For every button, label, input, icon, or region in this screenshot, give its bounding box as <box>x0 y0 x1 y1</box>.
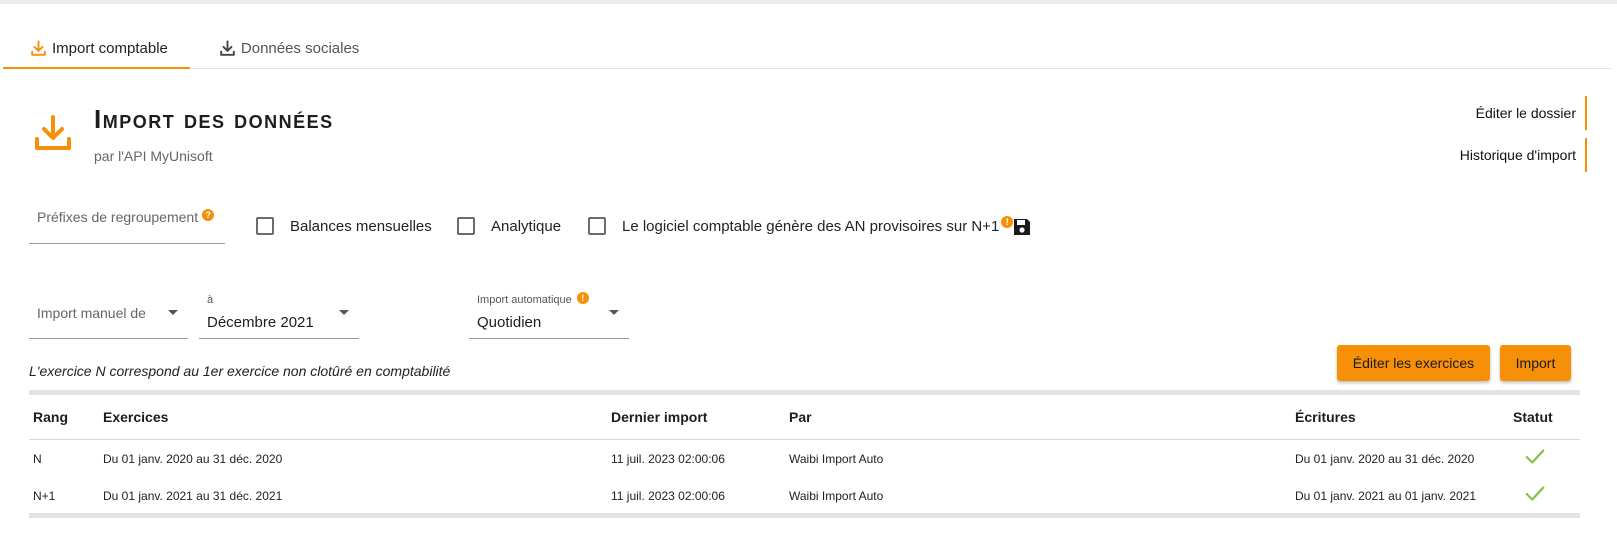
select-value: Quotidien <box>477 314 542 331</box>
checkbox-label: Le logiciel comptable génère des AN prov… <box>622 217 1000 235</box>
checkbox-box[interactable] <box>457 217 475 235</box>
monthly-balances-checkbox[interactable]: Balances mensuelles <box>256 217 432 235</box>
checkbox-label: Balances mensuelles <box>290 217 432 235</box>
page-title: Import des données <box>94 104 334 134</box>
edit-folder-link[interactable]: Éditer le dossier <box>1476 96 1587 130</box>
provisional-an-checkbox[interactable]: Le logiciel comptable génère des AN prov… <box>588 216 1014 235</box>
cell-exercice: Du 01 janv. 2020 au 31 déc. 2020 <box>103 452 283 466</box>
checkmark-icon <box>1525 486 1545 501</box>
cell-par: Waibi Import Auto <box>789 452 884 466</box>
exercise-note: L'exercice N correspond au 1er exercice … <box>29 363 451 379</box>
chevron-down-icon <box>339 310 349 315</box>
cell-ecritures: Du 01 janv. 2021 au 01 janv. 2021 <box>1295 489 1477 503</box>
prefix-label: Préfixes de regroupement? <box>37 209 215 225</box>
cell-dernier-import: 11 juil. 2023 02:00:06 <box>611 489 725 503</box>
analytics-checkbox[interactable]: Analytique <box>457 217 561 235</box>
checkmark-icon <box>1525 449 1545 464</box>
import-history-link[interactable]: Historique d'import <box>1460 138 1587 172</box>
column-header-par[interactable]: Par <box>789 409 812 425</box>
cell-par: Waibi Import Auto <box>789 489 884 503</box>
cell-exercice: Du 01 janv. 2021 au 31 déc. 2021 <box>103 489 283 503</box>
table-row[interactable]: N Du 01 janv. 2020 au 31 déc. 2020 11 ju… <box>29 440 1580 477</box>
save-icon[interactable] <box>1012 217 1032 237</box>
auto-import-select[interactable]: Import automatique! Quotidien <box>469 290 629 339</box>
page-subtitle: par l'API MyUnisoft <box>94 148 213 164</box>
import-button[interactable]: Import <box>1500 345 1571 381</box>
chevron-down-icon <box>609 310 619 315</box>
tab-label: Données sociales <box>240 39 360 57</box>
download-icon <box>220 39 235 56</box>
column-header-dernier-import[interactable]: Dernier import <box>611 409 707 425</box>
help-icon[interactable]: ? <box>202 209 215 221</box>
edit-exercises-button[interactable]: Éditer les exercices <box>1337 345 1490 381</box>
select-value: Décembre 2021 <box>207 314 314 331</box>
info-icon[interactable]: ! <box>576 292 589 304</box>
exercises-table: Rang Exercices Dernier import Par Écritu… <box>29 390 1580 518</box>
column-header-statut[interactable]: Statut <box>1513 409 1553 425</box>
checkbox-box[interactable] <box>588 217 606 235</box>
tab-import-comptable[interactable]: Import comptable <box>3 28 190 69</box>
chevron-down-icon <box>168 310 178 315</box>
select-label: à <box>207 294 214 306</box>
column-header-exercices[interactable]: Exercices <box>103 409 168 425</box>
table-row[interactable]: N+1 Du 01 janv. 2021 au 31 déc. 2021 11 … <box>29 477 1580 513</box>
tab-bar: Import comptable Données sociales <box>3 28 1611 69</box>
import-to-select[interactable]: à Décembre 2021 <box>199 290 359 339</box>
tab-donnees-sociales[interactable]: Données sociales <box>190 28 381 68</box>
cell-ecritures: Du 01 janv. 2020 au 31 déc. 2020 <box>1295 452 1475 466</box>
select-label: Import automatique! <box>477 292 589 306</box>
cell-rang: N <box>33 452 42 466</box>
cell-dernier-import: 11 juil. 2023 02:00:06 <box>611 452 725 466</box>
checkbox-label: Analytique <box>491 217 562 235</box>
prefix-input[interactable]: Préfixes de regroupement? <box>29 203 225 244</box>
table-header: Rang Exercices Dernier import Par Écritu… <box>29 395 1580 440</box>
column-header-ecritures[interactable]: Écritures <box>1295 409 1356 425</box>
select-placeholder: Import manuel de <box>37 305 146 321</box>
column-header-rang[interactable]: Rang <box>33 409 68 425</box>
download-icon <box>31 39 46 56</box>
checkbox-box[interactable] <box>256 217 274 235</box>
top-strip <box>0 0 1617 4</box>
tab-label: Import comptable <box>52 39 168 57</box>
download-icon <box>35 115 71 150</box>
cell-rang: N+1 <box>33 489 56 503</box>
import-from-select[interactable]: Import manuel de <box>29 290 188 339</box>
